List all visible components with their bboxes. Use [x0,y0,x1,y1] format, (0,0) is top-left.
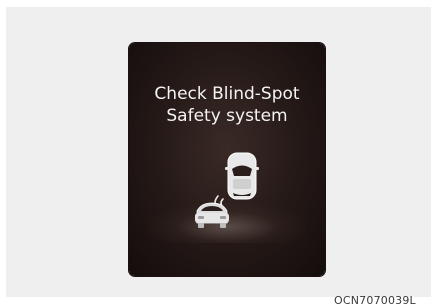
cluster-display: Check Blind-Spot Safety system [129,43,325,276]
page: Check Blind-Spot Safety system OCN707003… [0,0,444,307]
bsd-scene [195,152,259,228]
figure-code: OCN7070039L [334,294,416,307]
own-vehicle-icon [225,152,259,200]
rear-vehicle-icon [195,202,229,228]
